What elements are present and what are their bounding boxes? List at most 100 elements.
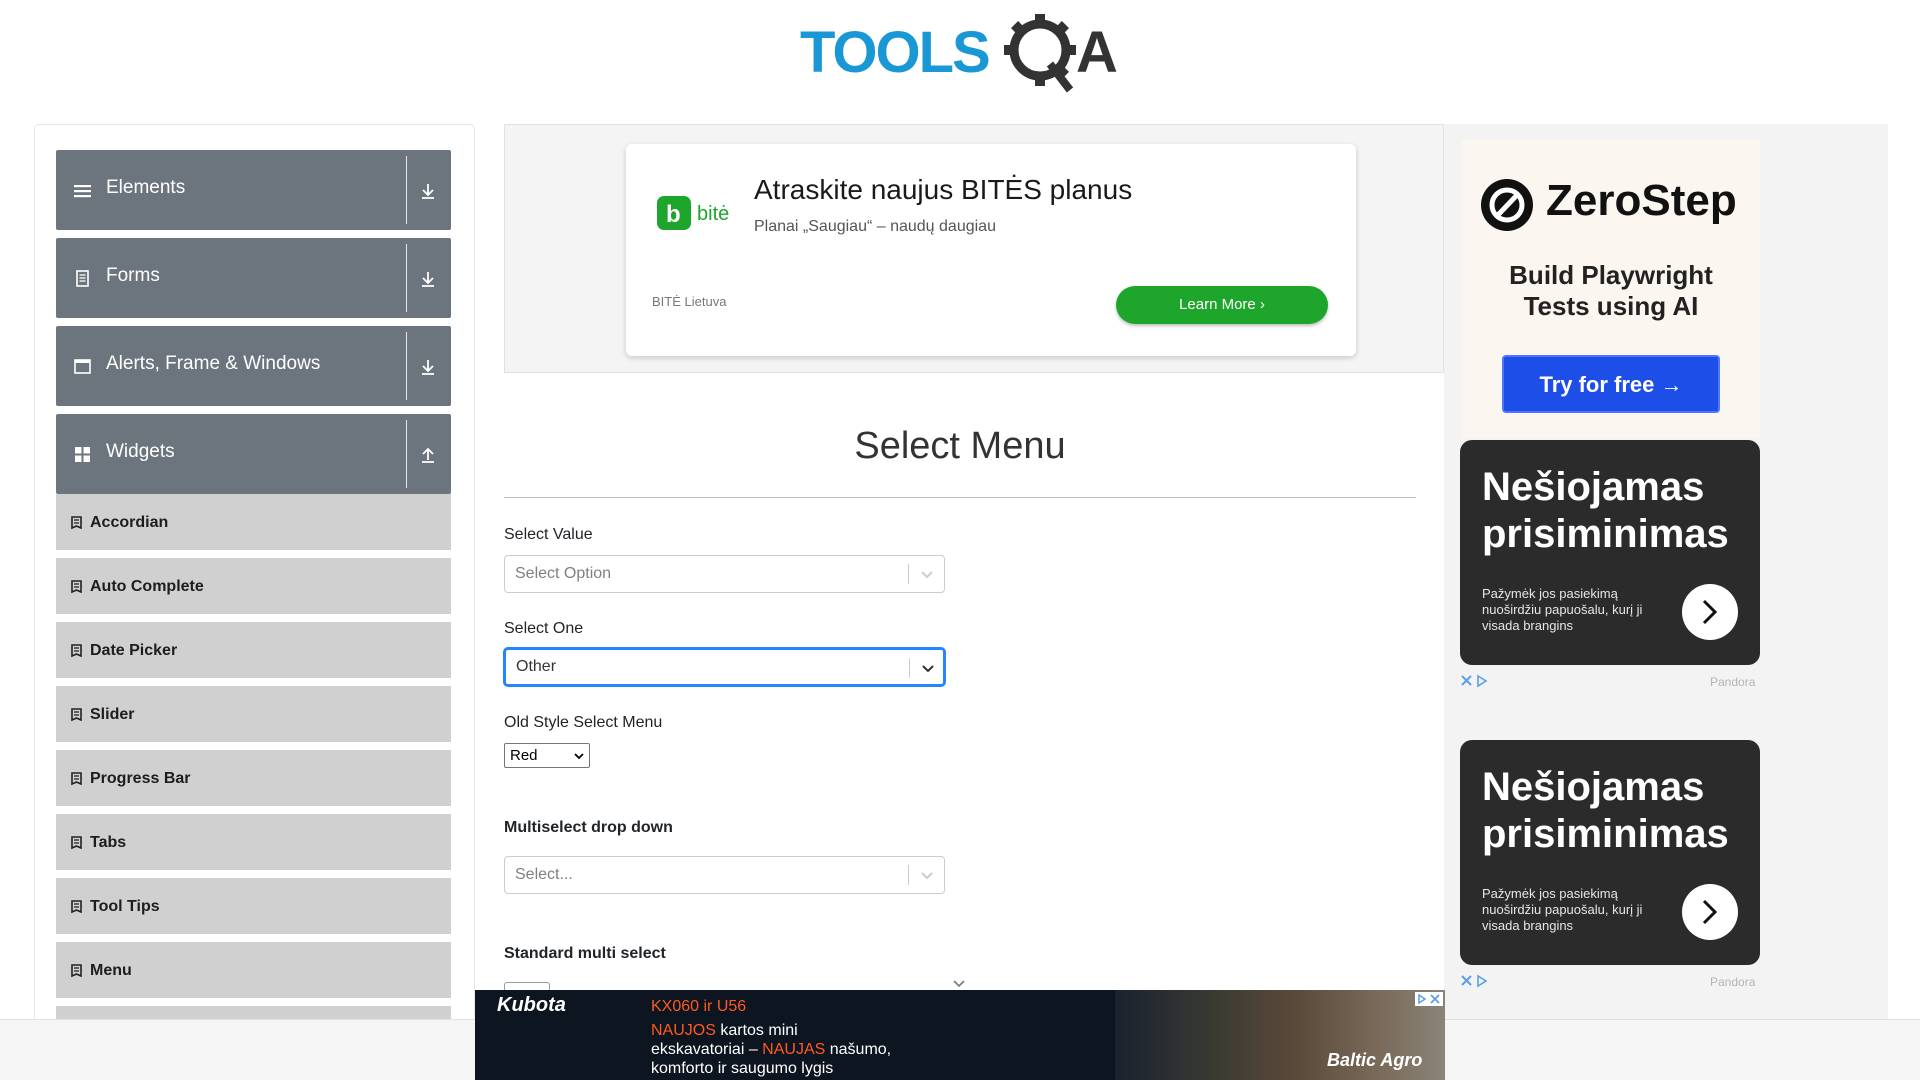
pandora-ad[interactable]: Nešiojamas prisiminimas Pažymėk jos pasi… [1460,440,1760,665]
sidebar-item-label: Tool Tips [90,898,160,915]
badge-icon [71,644,82,658]
sidebar-group-elements[interactable]: Elements [56,150,451,230]
adchoices-icon[interactable] [1460,974,1494,988]
arrow-button[interactable] [1682,884,1738,940]
left-sidebar: Elements Forms Alerts, Frame & Windows W… [34,124,475,1024]
window-icon [74,359,91,374]
sidebar-item-label: Slider [90,706,135,723]
pandora-brand: Pandora [1710,975,1756,989]
sidebar-item-date-picker[interactable]: Date Picker [56,622,451,682]
chevron-right-icon [1702,899,1718,925]
sidebar-group-widgets[interactable]: Widgets [56,414,451,494]
download-arrow-icon[interactable] [419,182,437,200]
sidebar-item-label: Date Picker [90,642,178,659]
sidebar-item-label: Tabs [90,834,127,851]
gear-icon [1004,14,1076,93]
sidebar-item-auto-complete[interactable]: Auto Complete [56,558,451,618]
divider [406,156,407,224]
select-value-dropdown[interactable]: Select Option [504,555,945,593]
multiselect-label: Multiselect drop down [504,819,673,836]
download-arrow-icon[interactable] [419,270,437,288]
sidebar-item-tool-tips[interactable]: Tool Tips [56,878,451,938]
zerostep-ad[interactable]: ZeroStep Build Playwright Tests using AI… [1462,140,1760,438]
select-value-label: Select Value [504,526,593,543]
multiselect-placeholder: Select... [515,866,573,883]
baltic-agro-logo: Baltic Agro [1327,1050,1423,1070]
pandora-ad[interactable]: Nešiojamas prisiminimas Pažymėk jos pasi… [1460,740,1760,965]
divider [406,332,407,400]
badge-icon [71,900,82,914]
arrow-button[interactable] [1682,584,1738,640]
document-icon [76,270,89,287]
learn-more-button[interactable]: Learn More › [1116,286,1328,324]
select-value-placeholder: Select Option [515,565,612,582]
hamburger-icon [74,185,91,198]
divider [406,244,407,312]
badge-icon [71,580,82,594]
top-ad-banner[interactable]: b bitė Atraskite naujus BITĖS planus Pla… [504,124,1444,373]
svg-text:bitė: bitė [697,203,729,225]
multiselect-dropdown[interactable]: Select... [504,856,945,894]
chevron-down-icon[interactable] [920,660,936,676]
ad-brand: BITĖ Lietuva [652,294,727,309]
grid-icon [75,447,90,462]
pandora-headline: Nešiojamas prisiminimas [1482,465,1729,556]
sidebar-item-label: Menu [90,962,132,979]
sidebar-item-label: Accordian [90,514,169,531]
sidebar-item-accordian[interactable]: Accordian [56,494,451,554]
select-one-value: Other [516,658,557,675]
download-arrow-icon[interactable] [419,358,437,376]
sidebar-item-slider[interactable]: Slider [56,686,451,746]
adchoices-icon[interactable] [1460,674,1494,688]
ad-title: Atraskite naujus BITĖS planus [754,174,1133,205]
upload-arrow-icon[interactable] [419,446,437,464]
ad-subtitle: Planai „Saugiau“ – naudų daugiau [754,218,996,235]
divider [406,420,407,488]
pandora-headline: Nešiojamas prisiminimas [1482,765,1729,856]
pandora-body: Pažymėk jos pasiekimą nuoširdžiu papuoša… [1482,586,1643,633]
chevron-down-icon[interactable] [919,867,935,883]
sidebar-group-label: Elements [106,177,186,198]
sidebar-group-forms[interactable]: Forms [56,238,451,318]
pandora-body: Pažymėk jos pasiekimą nuoširdžiu papuoša… [1482,886,1643,933]
sidebar-item-menu[interactable]: Menu [56,942,451,1002]
toolsqa-logo[interactable]: TOOLS A [800,14,1125,94]
sidebar-group-label: Alerts, Frame & Windows [106,353,321,374]
zerostep-tagline: Build Playwright Tests using AI [1509,260,1713,321]
badge-icon [71,836,82,850]
ad-card[interactable]: b bitė Atraskite naujus BITĖS planus Pla… [626,144,1356,356]
badge-icon [71,516,82,530]
divider [504,497,1416,498]
zerostep-logo-icon [1481,179,1533,231]
chevron-right-icon: › [1259,296,1265,313]
bite-logo: b bitė [657,196,729,230]
sidebar-item-label: Progress Bar [90,770,191,787]
old-style-select[interactable]: Red [504,743,590,768]
try-for-free-button[interactable]: Try for free → [1502,355,1720,413]
old-style-select-label: Old Style Select Menu [504,714,663,731]
divider [908,865,909,885]
chevron-down-icon[interactable] [952,976,966,990]
svg-text:A: A [1076,20,1118,85]
kubota-logo: Kubota [497,994,566,1016]
zerostep-name: ZeroStep [1546,176,1737,225]
chevron-right-icon [1702,599,1718,625]
bottom-ad-banner[interactable]: Kubota KX060 ir U56 NAUJOS kartos mini e… [475,990,1445,1080]
page-title: Select Menu [854,425,1066,467]
chevron-down-icon [574,753,584,760]
page-header: TOOLS A [0,0,1920,110]
sidebar-group-label: Widgets [106,441,175,462]
select-one-label: Select One [504,620,584,637]
badge-icon [71,964,82,978]
sidebar-item-tabs[interactable]: Tabs [56,814,451,874]
sidebar-item-progress-bar[interactable]: Progress Bar [56,750,451,810]
pandora-brand: Pandora [1710,675,1756,689]
sidebar-group-alerts[interactable]: Alerts, Frame & Windows [56,326,451,406]
standard-multi-select-label: Standard multi select [504,945,666,962]
ad-model: KX060 ir U56 [651,998,747,1015]
badge-icon [71,772,82,786]
logo-tools-text: TOOLS [800,20,989,85]
chevron-down-icon[interactable] [919,566,935,582]
adchoices-icon[interactable] [1415,992,1443,1006]
select-one-dropdown[interactable]: Other [504,648,945,686]
